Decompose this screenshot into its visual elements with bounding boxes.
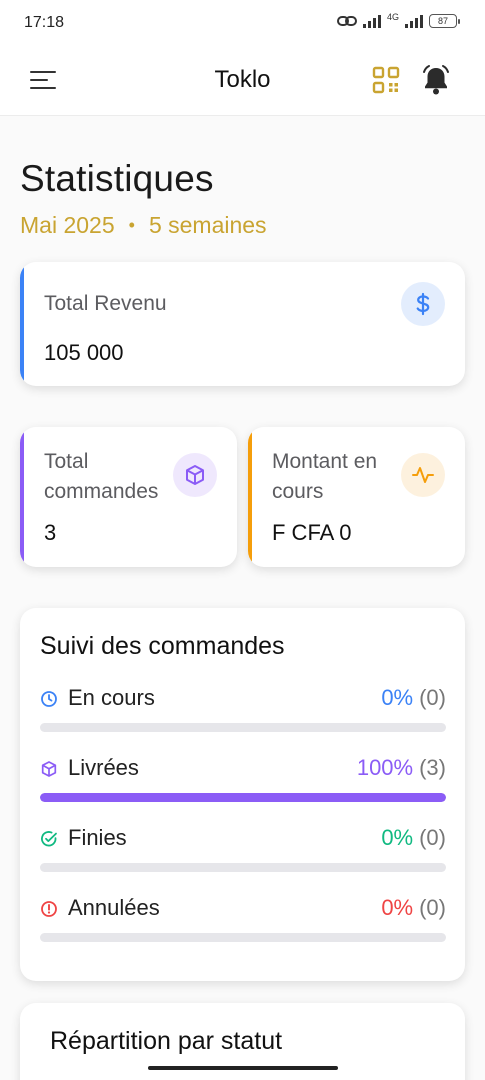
tracking-title: Suivi des commandes	[40, 632, 285, 660]
orders-label: Total commandes	[44, 450, 159, 503]
tracking-count: (0)	[419, 825, 446, 850]
tracking-label: Finies	[68, 825, 127, 850]
status-icons: 4G 87	[336, 12, 460, 28]
tracking-label: Annulées	[68, 895, 160, 920]
progress-bar	[40, 723, 446, 732]
progress-bar	[40, 863, 446, 872]
app-title: Toklo	[214, 66, 271, 93]
tracking-percent: 100%	[356, 755, 414, 780]
period-subtitle: Mai 2025 • 5 semaines	[20, 212, 267, 239]
tracking-label: Livrées	[68, 755, 139, 780]
link-icon	[336, 16, 357, 26]
signal-icon	[362, 14, 381, 28]
pending-value: F CFA 0	[272, 520, 352, 545]
page-title: Statistiques	[20, 158, 214, 199]
qr-code-icon[interactable]	[372, 66, 400, 94]
revenue-label: Total Revenu	[44, 292, 167, 315]
distribution-title: Répartition par statut	[50, 1027, 283, 1055]
tracking-count: (0)	[419, 895, 446, 920]
signal-icon-2	[405, 14, 423, 28]
box-icon	[41, 761, 57, 777]
check-circle-icon	[41, 831, 57, 847]
tracking-percent: 0%	[381, 685, 414, 710]
separator-dot: •	[128, 215, 135, 235]
network-type: 4G	[386, 12, 399, 22]
alert-circle-icon	[41, 901, 57, 917]
battery-icon: 87	[429, 14, 460, 28]
revenue-value: 105 000	[44, 340, 124, 365]
tracking-row-cancelled: Annulées 0% (0)	[40, 895, 446, 949]
tracking-row-delivered: Livrées 100% (3)	[40, 755, 446, 809]
progress-bar	[40, 933, 446, 942]
box-icon	[173, 453, 217, 497]
status-bar: 17:18 4G 87	[0, 0, 485, 46]
battery-level: 87	[437, 16, 448, 26]
bell-icon[interactable]	[421, 64, 451, 96]
clock-icon	[41, 691, 57, 707]
revenue-card[interactable]: Total Revenu 105 000	[20, 262, 465, 386]
period-duration: 5 semaines	[148, 212, 267, 238]
tracking-percent: 0%	[381, 895, 414, 920]
status-time: 17:18	[24, 14, 65, 31]
tracking-value: 0% (0)	[381, 685, 446, 711]
order-tracking-card: Suivi des commandes En cours 0% (0) Livré…	[20, 608, 465, 981]
orders-card[interactable]: Total commandes 3	[20, 427, 237, 567]
app-bar: Toklo	[0, 46, 485, 116]
tracking-value: 100% (3)	[357, 755, 446, 781]
orders-value: 3	[44, 520, 57, 545]
dollar-icon	[401, 282, 445, 326]
period-month: Mai 2025	[20, 212, 115, 238]
progress-fill	[40, 793, 446, 802]
pending-label: Montant en cours	[272, 450, 378, 503]
tracking-count: (0)	[419, 685, 446, 710]
revenue-accent	[20, 262, 24, 386]
tracking-label: En cours	[68, 685, 155, 710]
screen: 17:18 4G 87 Toklo Statistiques Mai 2025 …	[0, 0, 485, 1080]
tracking-value: 0% (0)	[381, 825, 446, 851]
tracking-row-in-progress: En cours 0% (0)	[40, 685, 446, 739]
home-indicator[interactable]	[148, 1066, 338, 1070]
tracking-count: (3)	[419, 755, 446, 780]
orders-accent	[20, 427, 24, 567]
pending-accent	[248, 427, 252, 567]
tracking-row-finished: Finies 0% (0)	[40, 825, 446, 879]
pending-amount-card[interactable]: Montant en cours F CFA 0	[248, 427, 465, 567]
activity-icon	[401, 453, 445, 497]
tracking-percent: 0%	[381, 825, 414, 850]
progress-bar	[40, 793, 446, 802]
tracking-value: 0% (0)	[381, 895, 446, 921]
